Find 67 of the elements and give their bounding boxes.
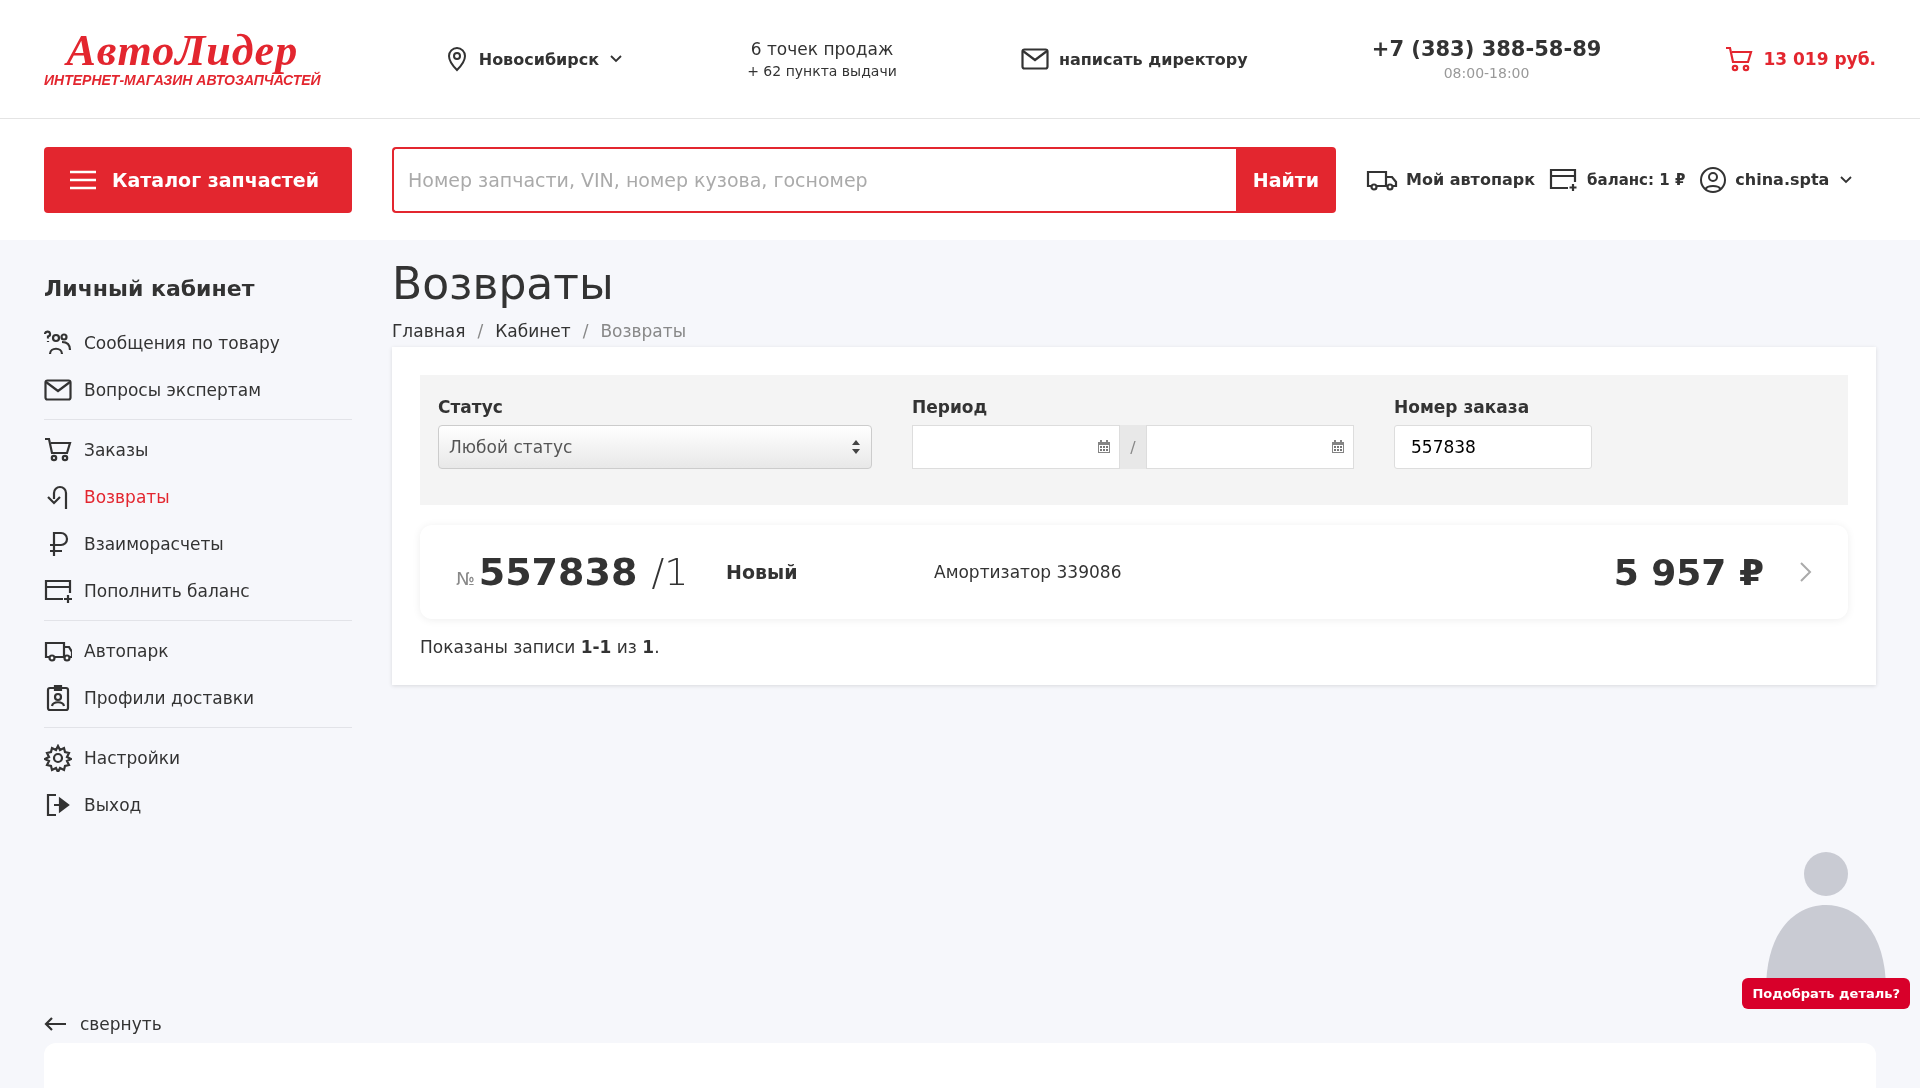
- stores-count[interactable]: 6 точек продаж: [750, 39, 894, 59]
- cart-icon: [44, 435, 72, 464]
- return-number: 557838: [478, 550, 638, 594]
- records-summary: Показаны записи 1-1 из 1.: [420, 637, 661, 657]
- status-select[interactable]: Любой статус: [438, 425, 872, 469]
- calendar-icon: [1331, 440, 1345, 454]
- sidebar-item[interactable]: Взаиморасчеты: [84, 533, 224, 554]
- sidebar-item[interactable]: Пополнить баланс: [84, 580, 250, 601]
- city-selector[interactable]: Новосибирск: [478, 49, 624, 69]
- number-sign: №: [456, 568, 475, 589]
- sidebar-item[interactable]: Заказы: [84, 439, 149, 460]
- badge-icon: [44, 683, 72, 712]
- cart-icon[interactable]: [1725, 46, 1754, 72]
- balance-link[interactable]: баланс: 1 ₽: [1587, 170, 1686, 189]
- phone-number[interactable]: +7 (383) 388-58-89: [1371, 37, 1602, 61]
- page-title: Возвраты: [392, 258, 615, 309]
- logo-name: АвтоЛидер: [66, 30, 299, 72]
- card-plus-icon: [1549, 167, 1580, 192]
- field-label: Номер заказа: [1394, 397, 1531, 417]
- catalog-button[interactable]: Каталог запчастей: [44, 146, 352, 213]
- chevron-down-icon: [1839, 174, 1854, 185]
- gear-icon: [44, 743, 72, 772]
- logo-tagline: ИНТЕРНЕТ-МАГАЗИН АВТОЗАПЧАСТЕЙ: [44, 72, 321, 88]
- sort-arrows-icon: [851, 439, 861, 455]
- return-item: Амортизатор 339086: [934, 562, 1123, 582]
- breadcrumb-separator: /: [477, 321, 484, 341]
- return-amount: 5 957 ₽: [1613, 551, 1764, 593]
- date-field[interactable]: [1146, 425, 1354, 469]
- working-hours: 08:00-18:00: [1443, 65, 1530, 81]
- sidebar-item[interactable]: Настройки: [84, 747, 180, 768]
- user-icon: [1699, 165, 1728, 194]
- date-field[interactable]: [912, 425, 1120, 469]
- collapse-link[interactable]: свернуть: [80, 1014, 162, 1034]
- breadcrumb[interactable]: Главная: [392, 321, 466, 341]
- user-menu[interactable]: china.spta: [1735, 170, 1854, 189]
- sidebar-item[interactable]: Выход: [84, 794, 142, 815]
- logo[interactable]: АвтоЛидер ИНТЕРНЕТ-МАГАЗИН АВТОЗАПЧАСТЕЙ: [44, 30, 321, 88]
- truck-icon: [1366, 168, 1398, 191]
- garage-link[interactable]: Мой автопарк: [1406, 170, 1536, 189]
- field-label: Статус: [438, 397, 504, 417]
- arrow-left-icon: [44, 1017, 66, 1031]
- sidebar-item[interactable]: Возвраты: [84, 486, 170, 507]
- envelope-icon: [1020, 48, 1049, 70]
- field-label: Период: [912, 397, 989, 417]
- calendar-icon: [1097, 440, 1111, 454]
- return-row[interactable]: №557838 /1 Новый Амортизатор 339086 5 957 ₽: [420, 525, 1848, 619]
- sidebar-title: Личный кабинет: [44, 276, 256, 301]
- director-link[interactable]: написать директору: [1058, 49, 1248, 69]
- cart-total[interactable]: 13 019 руб.: [1763, 49, 1876, 69]
- chevron-down-icon: [609, 54, 624, 64]
- order-number-field[interactable]: 557838: [1394, 425, 1592, 469]
- return-suffix: /1: [651, 550, 689, 594]
- pickup-points: + 62 пункта выдачи: [747, 63, 897, 79]
- date-separator: /: [1120, 425, 1146, 469]
- sidebar-item[interactable]: Сообщения по товару: [84, 332, 280, 353]
- breadcrumb-separator: /: [582, 321, 589, 341]
- return-status: Новый: [726, 561, 799, 583]
- find-part-button[interactable]: Подобрать деталь?: [1742, 978, 1910, 1009]
- sidebar-item[interactable]: Автопарк: [84, 640, 169, 661]
- menu-icon: [70, 169, 96, 190]
- search-button[interactable]: Найти: [1236, 146, 1336, 213]
- sidebar-item[interactable]: Профили доставки: [84, 687, 255, 708]
- chevron-right-icon: [1798, 561, 1812, 583]
- breadcrumb[interactable]: Кабинет: [495, 321, 571, 341]
- people-question-icon: [44, 328, 72, 357]
- sidebar-item[interactable]: Вопросы экспертам: [84, 379, 261, 400]
- search-field[interactable]: Номер запчасти, VIN, номер кузова, госномер: [392, 146, 1236, 213]
